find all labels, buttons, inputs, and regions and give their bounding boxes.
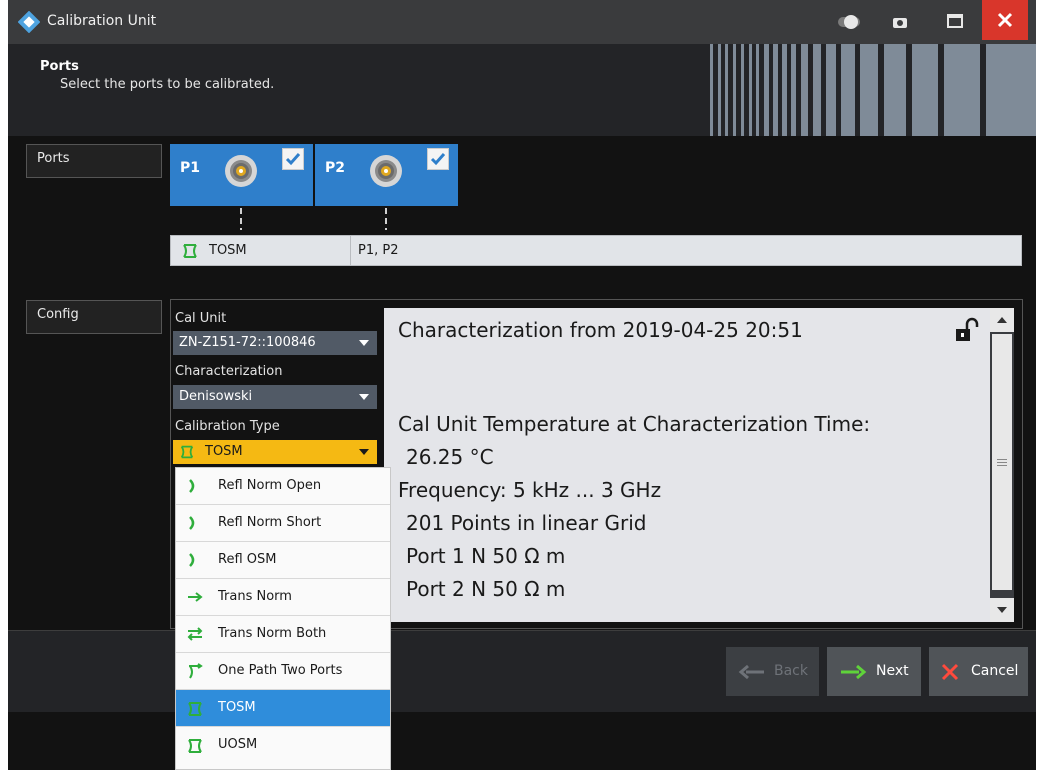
characterization-label: Characterization — [175, 364, 283, 379]
info-line: 201 Points in linear Grid — [406, 511, 647, 535]
port-connector-icon — [225, 155, 257, 187]
step-subtitle: Select the ports to be calibrated. — [60, 77, 275, 92]
port-connector-icon — [370, 155, 402, 187]
maximize-button[interactable] — [934, 4, 974, 40]
calibration-type-value: TOSM — [205, 444, 243, 459]
wizard-footer: Back Next Cancel — [8, 630, 1036, 712]
refl-icon — [189, 553, 195, 567]
dropdown-item-label: TOSM — [218, 700, 256, 715]
port-link-line — [385, 208, 387, 230]
scroll-up-button[interactable] — [990, 308, 1014, 332]
scroll-thumb[interactable] — [992, 334, 1012, 590]
unlock-icon[interactable] — [954, 317, 980, 343]
maximize-icon — [947, 14, 963, 28]
calibration-unit-window: Calibration Unit Ports Select the ports … — [8, 0, 1036, 770]
dropdown-item-label: Trans Norm — [218, 589, 292, 604]
chevron-down-icon — [359, 340, 369, 346]
arrow-down-icon — [997, 607, 1007, 613]
port-tile-p2[interactable]: P2 — [315, 144, 458, 206]
window-title: Calibration Unit — [47, 13, 157, 29]
port-checkbox-p1[interactable] — [282, 148, 304, 170]
dropdown-item-label: Refl Norm Open — [218, 478, 322, 493]
selected-cal-type: TOSM — [171, 236, 351, 265]
ports-section-label: Ports — [26, 144, 162, 178]
close-icon — [997, 12, 1013, 28]
two-port-icon — [188, 739, 202, 753]
characterization-title: Characterization from 2019-04-25 20:51 — [398, 318, 803, 342]
info-line: Port 2 N 50 Ω m — [406, 577, 566, 601]
config-section-label: Config — [26, 300, 162, 334]
info-line: Port 1 N 50 Ω m — [406, 544, 566, 568]
arrow-right-icon — [188, 592, 203, 602]
cancel-label: Cancel — [971, 663, 1019, 679]
dropdown-item-label: UOSM — [218, 737, 258, 752]
port-name: P1 — [180, 160, 201, 176]
decorative-barcode — [698, 44, 1036, 136]
checkmark-icon — [430, 153, 446, 166]
dropdown-item-trans-norm[interactable]: Trans Norm — [176, 579, 390, 616]
calibration-type-label: Calibration Type — [175, 419, 280, 434]
two-port-icon — [183, 244, 197, 258]
dropdown-item-uosm[interactable]: UOSM — [176, 727, 390, 764]
info-line: Cal Unit Temperature at Characterization… — [398, 412, 871, 436]
dropdown-item-label: Refl Norm Short — [218, 515, 322, 530]
characterization-info: Characterization from 2019-04-25 20:51 C… — [384, 308, 990, 622]
cal-unit-value: ZN-Z151-72::100846 — [179, 335, 316, 350]
dropdown-item-refl-osm[interactable]: Refl OSM — [176, 542, 390, 579]
step-title: Ports — [40, 59, 79, 74]
dropdown-item-one-path-two-ports[interactable]: One Path Two Ports — [176, 653, 390, 690]
selected-ports: P1, P2 — [358, 243, 399, 258]
dropdown-item-label: One Path Two Ports — [218, 663, 343, 678]
arrows-both-icon — [187, 627, 203, 641]
calibration-selection-row[interactable]: TOSM P1, P2 — [170, 235, 1022, 266]
next-button[interactable]: Next — [827, 647, 921, 696]
cancel-button[interactable]: Cancel — [929, 647, 1028, 696]
wizard-header: Ports Select the ports to be calibrated. — [8, 44, 1036, 136]
calibration-type-dropdown[interactable]: Refl Norm Open Refl Norm Short Refl OSM … — [175, 467, 391, 770]
port-name: P2 — [325, 160, 346, 176]
close-button[interactable] — [982, 0, 1028, 40]
scroll-down-button[interactable] — [990, 598, 1014, 622]
one-path-icon — [189, 663, 203, 679]
dropdown-item-refl-norm-open[interactable]: Refl Norm Open — [176, 468, 390, 505]
two-port-icon — [188, 702, 202, 716]
characterization-value: Denisowski — [179, 389, 253, 404]
dropdown-item-tosm[interactable]: TOSM — [176, 690, 390, 727]
back-button[interactable]: Back — [726, 647, 819, 696]
chevron-down-icon — [359, 394, 369, 400]
refl-icon — [189, 479, 195, 493]
port-checkbox-p2[interactable] — [427, 148, 449, 170]
dropdown-item-refl-norm-short[interactable]: Refl Norm Short — [176, 505, 390, 542]
port-link-line — [240, 208, 242, 230]
dropdown-item-label: Trans Norm Both — [218, 626, 327, 641]
info-line: 26.25 °C — [406, 445, 494, 469]
selected-cal-type-label: TOSM — [209, 243, 247, 258]
theme-toggle-button[interactable] — [826, 4, 866, 40]
back-label: Back — [774, 663, 808, 679]
cal-unit-combo[interactable]: ZN-Z151-72::100846 — [173, 331, 377, 355]
cal-unit-label: Cal Unit — [175, 311, 227, 326]
arrow-left-icon — [738, 664, 764, 680]
chevron-down-icon — [359, 449, 369, 455]
dropdown-item-trans-norm-both[interactable]: Trans Norm Both — [176, 616, 390, 653]
calibration-type-combo[interactable]: TOSM — [173, 440, 377, 464]
bottom-strip — [8, 712, 1036, 770]
app-logo-icon — [18, 11, 40, 33]
arrow-right-icon — [841, 664, 867, 680]
characterization-combo[interactable]: Denisowski — [173, 385, 377, 409]
port-tile-p1[interactable]: P1 — [170, 144, 313, 206]
info-line: Frequency: 5 kHz ... 3 GHz — [398, 478, 662, 502]
arrow-up-icon — [997, 317, 1007, 323]
dropdown-item-label: Refl OSM — [218, 552, 277, 567]
next-label: Next — [876, 663, 909, 679]
screenshot-button[interactable] — [880, 4, 920, 40]
two-port-icon — [180, 445, 194, 459]
close-icon — [941, 663, 959, 681]
title-bar: Calibration Unit — [8, 0, 1036, 44]
refl-icon — [189, 516, 195, 530]
checkmark-icon — [285, 153, 301, 166]
info-scrollbar[interactable] — [990, 308, 1014, 622]
